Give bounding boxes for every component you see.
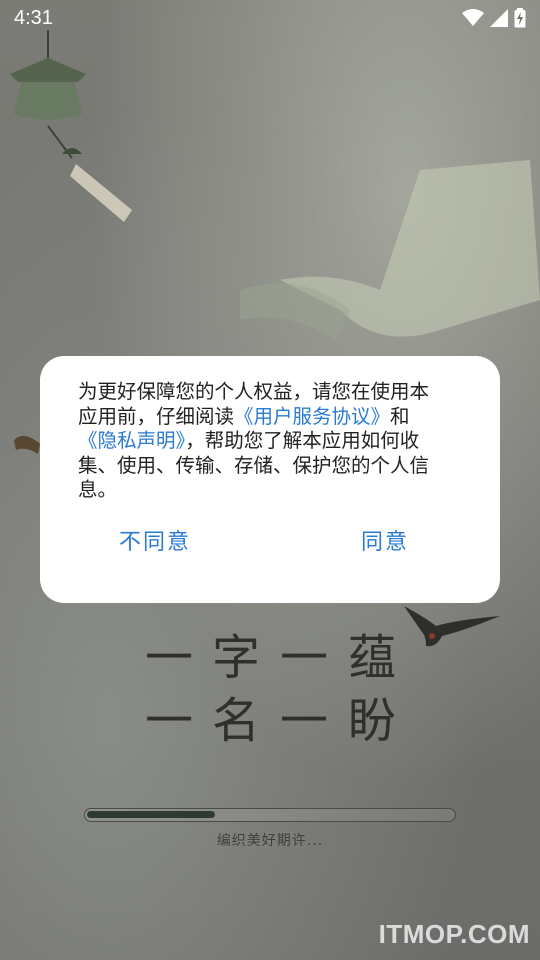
loading-progress-fill bbox=[87, 811, 215, 818]
privacy-policy-link[interactable]: 《隐私声明》 bbox=[78, 429, 185, 452]
status-icons bbox=[462, 8, 526, 28]
status-bar: 4:31 bbox=[0, 0, 540, 36]
brand-glyph-8: 盼 bbox=[348, 693, 396, 749]
privacy-dialog-message: 为更好保障您的个人权益，请您在使用本应用前，仔细阅读《用户服务协议》和《隐私声明… bbox=[78, 380, 448, 503]
user-agreement-link[interactable]: 《用户服务协议》 bbox=[234, 405, 390, 428]
loading-progress-bar bbox=[84, 808, 456, 822]
privacy-dialog: 为更好保障您的个人权益，请您在使用本应用前，仔细阅读《用户服务协议》和《隐私声明… bbox=[40, 356, 500, 603]
battery-charging-icon bbox=[514, 8, 526, 28]
brand-glyph-6: 名 bbox=[212, 693, 260, 749]
brand-glyph-1: 一 bbox=[145, 630, 193, 686]
watermark: ITMOP.COM bbox=[378, 919, 530, 949]
swallow-bird-decoration bbox=[404, 606, 500, 647]
privacy-text-connector: 和 bbox=[390, 404, 410, 428]
cellular-signal-icon bbox=[490, 9, 508, 27]
privacy-dialog-actions: 不同意 同意 bbox=[40, 518, 500, 562]
disagree-button[interactable]: 不同意 bbox=[40, 518, 270, 562]
brand-logo: 一 字 一 蕴 一 名 一 盼 bbox=[145, 630, 396, 749]
brand-glyph-5: 一 bbox=[145, 693, 193, 749]
wifi-icon bbox=[462, 9, 484, 26]
brand-glyph-3: 一 bbox=[280, 630, 328, 686]
brand-glyph-4: 蕴 bbox=[348, 630, 396, 686]
agree-button[interactable]: 同意 bbox=[270, 518, 500, 562]
brand-glyph-7: 一 bbox=[280, 693, 328, 749]
status-time: 4:31 bbox=[14, 6, 53, 29]
wind-chime-decoration bbox=[10, 30, 132, 222]
poem-scroll-decoration bbox=[240, 160, 540, 340]
loading-text: 编织美好期许... bbox=[216, 833, 324, 849]
brand-glyph-2: 字 bbox=[212, 630, 260, 686]
